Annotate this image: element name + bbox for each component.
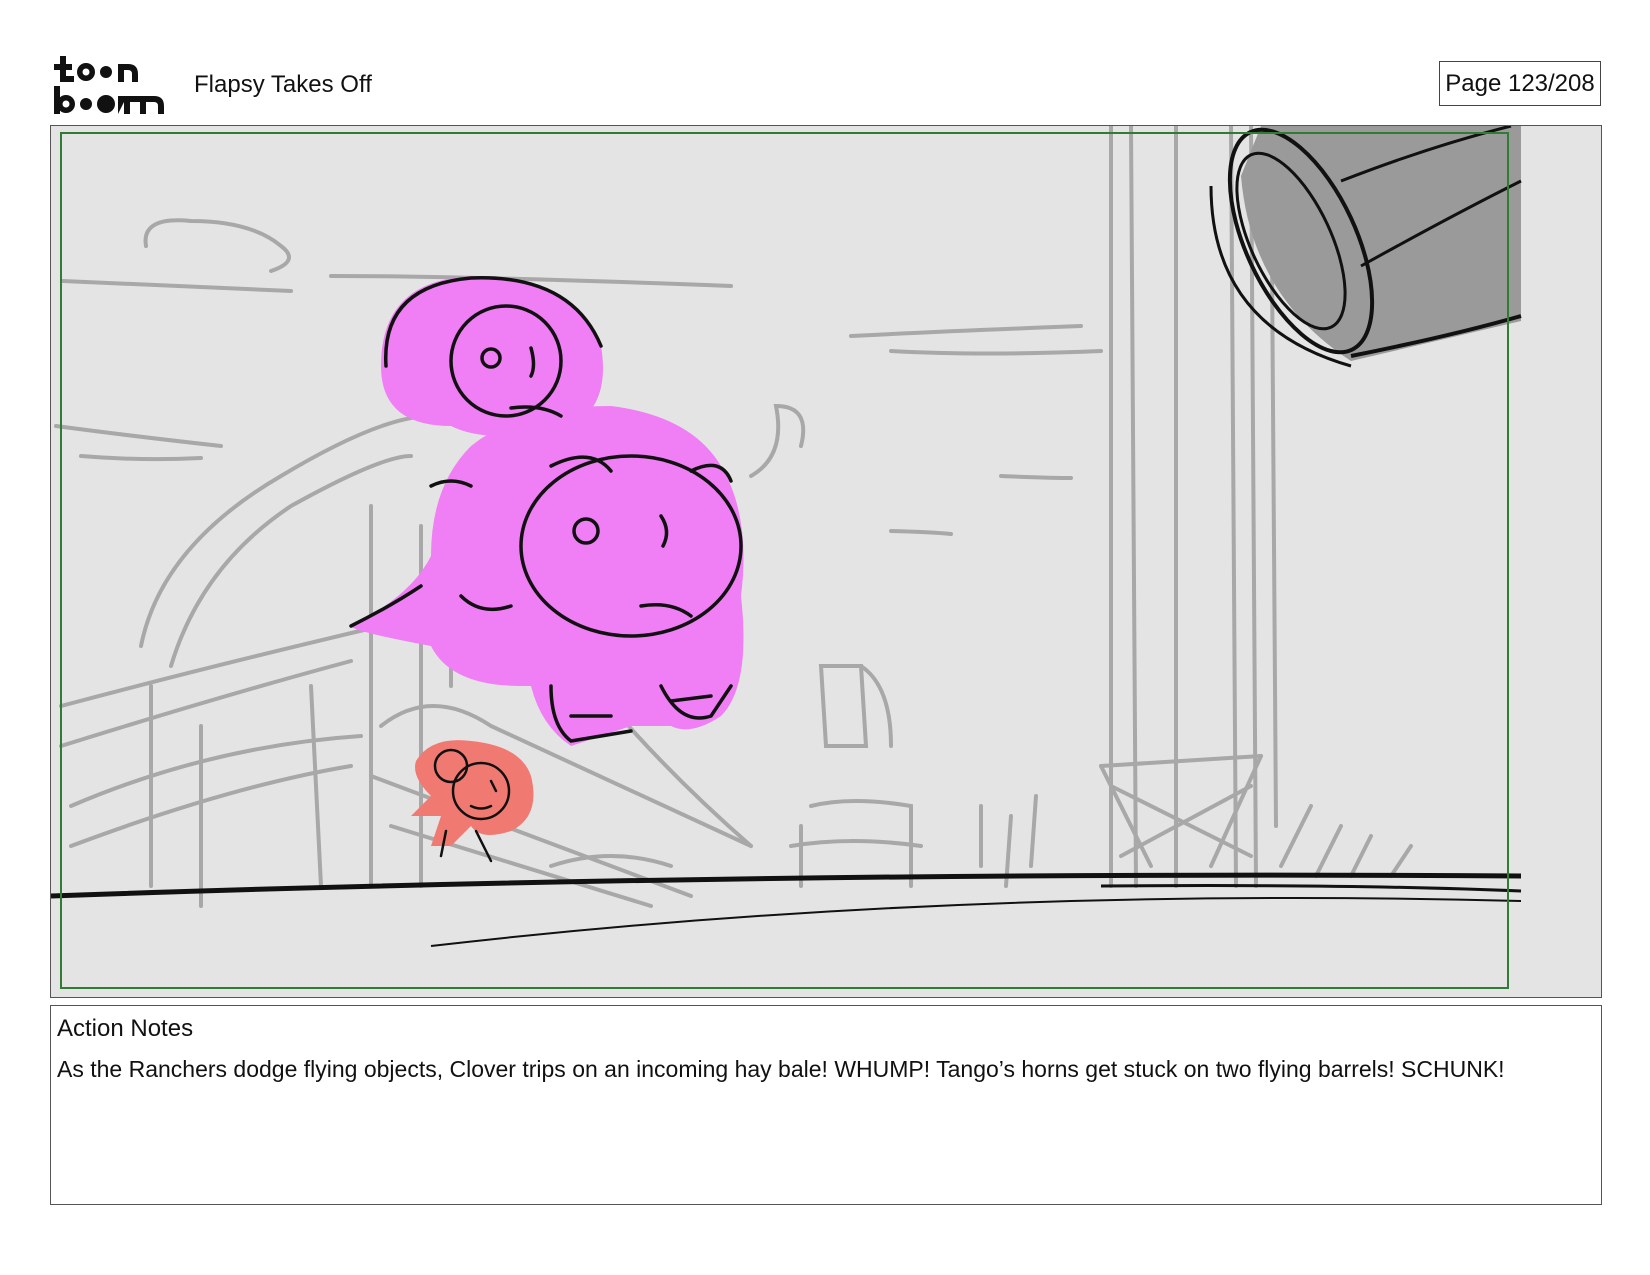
notes-text: As the Ranchers dodge flying objects, Cl… [57,1056,1505,1082]
toon-boom-logo [54,54,170,116]
project-title: Flapsy Takes Off [194,71,372,98]
page-indicator: Page 123/208 [1439,61,1601,106]
panel-sketch [51,126,1601,997]
page-label: Page 123/208 [1445,69,1595,97]
notes-heading: Action Notes [57,1015,194,1042]
action-notes: Action Notes As the Ranchers dodge flyin… [50,1005,1602,1205]
storyboard-panel [50,125,1602,998]
